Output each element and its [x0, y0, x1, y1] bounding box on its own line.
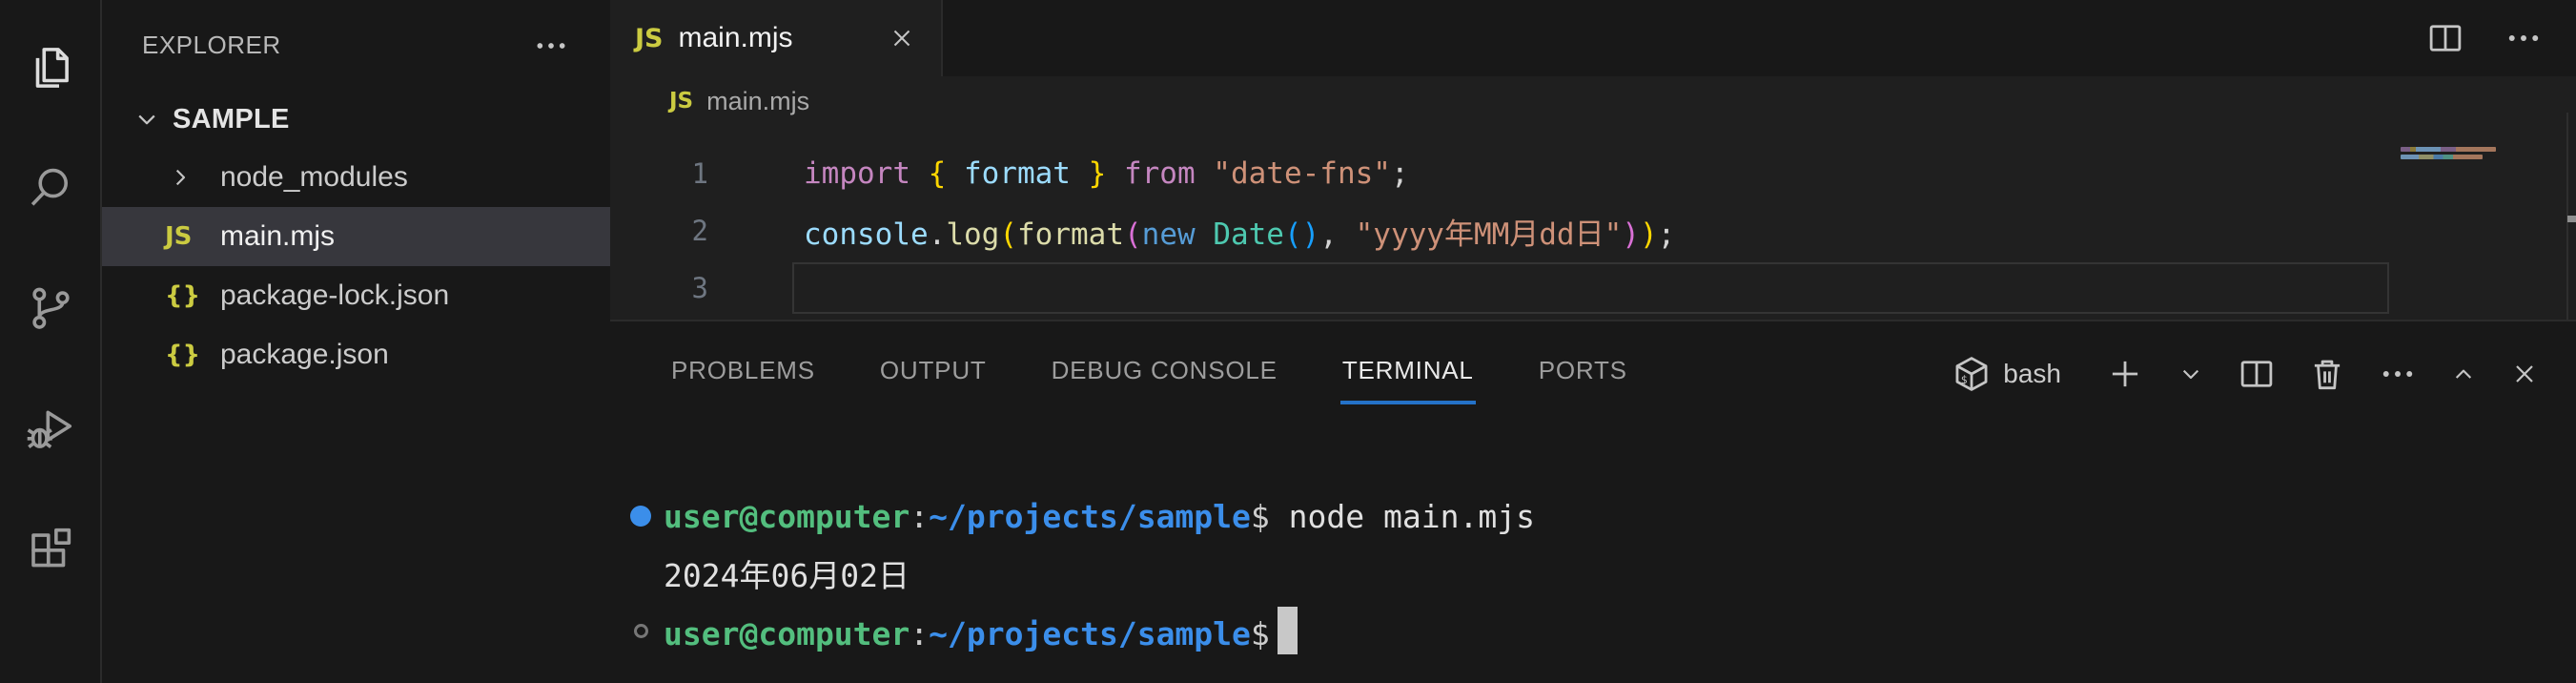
code-line-1: 1import { format } from "date-fns"; [610, 145, 2576, 202]
tab-main-mjs[interactable]: JS main.mjs [610, 0, 943, 76]
panel-tabs: PROBLEMS OUTPUT DEBUG CONSOLE TERMINAL PORTS [669, 344, 1629, 404]
js-file-icon: JS [165, 222, 215, 251]
shell-label: bash [2003, 359, 2061, 389]
breadcrumb-item[interactable]: main.mjs [706, 87, 809, 116]
panel-tab-problems[interactable]: PROBLEMS [669, 344, 817, 404]
activity-bar [0, 0, 102, 683]
terminal-text: user@computer:~/projects/sample$ [664, 607, 1298, 654]
sidebar-title: EXPLORER [142, 31, 281, 60]
chevron-right-icon [165, 162, 215, 193]
panel-tab-debug-console[interactable]: DEBUG CONSOLE [1050, 344, 1279, 404]
editor-group: JS main.mjs JS main.mjs 1import { format… [610, 0, 2576, 683]
tab-label: main.mjs [679, 22, 793, 54]
split-terminal-icon[interactable] [2237, 354, 2277, 394]
code-line-2: 2console.log(format(new Date(), "yyyy年MM… [610, 202, 2576, 259]
code-line-3: 3 [610, 259, 2576, 317]
json-file-icon: {} [165, 281, 215, 310]
terminal-output[interactable]: user@computer:~/projects/sample$ node ma… [610, 426, 2576, 683]
minimap-line [2401, 155, 2483, 159]
panel-more-actions-icon[interactable] [2378, 354, 2418, 394]
panel-tab-ports[interactable]: PORTS [1537, 344, 1629, 404]
panel-header: PROBLEMS OUTPUT DEBUG CONSOLE TERMINAL PORTS… [610, 321, 2576, 426]
terminal-shell-selector[interactable]: $ bash [1952, 354, 2061, 394]
extensions-icon [25, 523, 76, 579]
source-control-icon [25, 282, 76, 339]
minimap-line [2401, 147, 2496, 152]
folder-item-node_modules[interactable]: node_modules [102, 148, 610, 207]
editor-more-actions-icon[interactable] [2504, 18, 2544, 58]
split-editor-icon[interactable] [2425, 18, 2465, 58]
files-icon [25, 42, 76, 98]
vscode-window: EXPLORER SAMPLE node_modulesJSmain.mjs{}… [0, 0, 2576, 683]
code-area[interactable]: 1import { format } from "date-fns";2cons… [610, 126, 2576, 317]
file-item-main.mjs[interactable]: JSmain.mjs [102, 207, 610, 266]
js-file-icon: JS [669, 89, 693, 114]
breadcrumb: JS main.mjs [610, 76, 2576, 126]
js-file-icon: JS [635, 24, 664, 53]
svg-text:$: $ [1961, 373, 1968, 386]
terminal-text: user@computer:~/projects/sample$ node ma… [664, 498, 1535, 535]
panel-tab-terminal[interactable]: TERMINAL [1340, 344, 1476, 404]
editor: JS main.mjs 1import { format } from "dat… [610, 76, 2576, 320]
maximize-panel-icon[interactable] [2448, 359, 2479, 389]
search-icon [25, 162, 76, 218]
chevron-down-icon [131, 103, 163, 135]
file-label: main.mjs [220, 220, 335, 253]
activity-bar-item-run-and-debug[interactable] [0, 370, 101, 490]
terminal-row: 2024年06月02日 [629, 545, 2576, 602]
kill-terminal-icon[interactable] [2307, 354, 2347, 394]
bash-icon: $ [1952, 354, 1992, 394]
close-tab-icon[interactable] [888, 24, 916, 52]
activity-bar-item-search[interactable] [0, 130, 101, 250]
file-label: node_modules [220, 161, 408, 194]
file-item-package-lock.json[interactable]: {}package-lock.json [102, 266, 610, 325]
bottom-panel: PROBLEMS OUTPUT DEBUG CONSOLE TERMINAL PORTS… [610, 320, 2576, 683]
line-content: console.log(format(new Date(), "yyyy年MM月… [792, 210, 1675, 253]
activity-bar-item-explorer[interactable] [0, 10, 101, 130]
editor-actions [2425, 0, 2544, 76]
terminal-row: user@computer:~/projects/sample$ [629, 602, 2576, 659]
cursor-position-mark [2567, 216, 2576, 222]
debug-icon [25, 403, 76, 459]
minimap[interactable] [2401, 147, 2505, 159]
sidebar-header: EXPLORER [102, 0, 610, 91]
line-number: 2 [610, 215, 792, 247]
command-pending-decoration-icon[interactable] [629, 624, 652, 638]
tab-bar: JS main.mjs [610, 0, 2576, 76]
new-terminal-icon[interactable] [2105, 354, 2145, 394]
file-list: node_modulesJSmain.mjs{}package-lock.jso… [102, 148, 610, 384]
close-panel-icon[interactable] [2509, 359, 2540, 389]
panel-tab-output[interactable]: OUTPUT [878, 344, 989, 404]
activity-bar-item-source-control[interactable] [0, 250, 101, 370]
terminal-cursor [1278, 607, 1298, 654]
launch-profile-dropdown-icon[interactable] [2176, 359, 2206, 389]
terminal-row: user@computer:~/projects/sample$ node ma… [629, 487, 2576, 545]
json-file-icon: {} [165, 341, 215, 369]
command-success-decoration-icon[interactable] [629, 506, 652, 527]
overview-ruler[interactable] [2566, 113, 2576, 320]
terminal-text: 2024年06月02日 [664, 550, 910, 596]
file-label: package-lock.json [220, 279, 449, 312]
file-label: package.json [220, 339, 389, 371]
line-number: 1 [610, 157, 792, 190]
line-content: import { format } from "date-fns"; [792, 156, 1409, 191]
explorer-sidebar: EXPLORER SAMPLE node_modulesJSmain.mjs{}… [102, 0, 610, 683]
file-item-package.json[interactable]: {}package.json [102, 325, 610, 384]
activity-bar-item-extensions[interactable] [0, 490, 101, 611]
folder-section-sample[interactable]: SAMPLE [102, 91, 610, 148]
explorer-more-actions-icon[interactable] [532, 27, 570, 65]
panel-actions: $ bash [1952, 354, 2540, 394]
line-number: 3 [610, 272, 792, 304]
section-title: SAMPLE [173, 104, 290, 135]
